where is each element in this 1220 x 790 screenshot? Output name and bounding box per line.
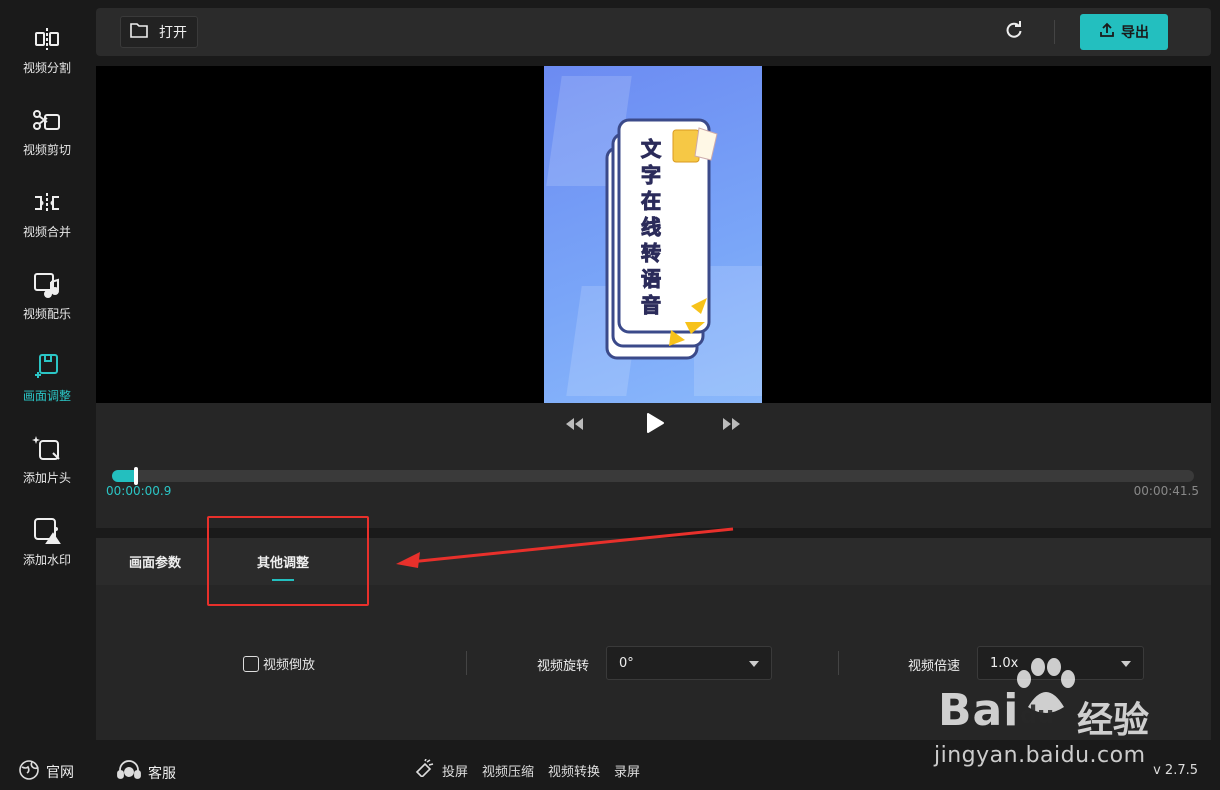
current-time: 00:00:00.9 (106, 484, 172, 498)
watermark-url: jingyan.baidu.com (934, 743, 1146, 768)
footer-tool-compress[interactable]: 视频压缩 (482, 761, 534, 780)
scissors-icon (29, 103, 65, 139)
sidebar-item-adjust[interactable]: 画面调整 (0, 332, 94, 414)
annotation-arrow (396, 527, 734, 568)
player-controls: 00:00:00.9 00:00:41.5 (96, 403, 1211, 528)
sidebar-item-cut[interactable]: 视频剪切 (0, 86, 94, 168)
sidebar-item-label: 视频分割 (22, 61, 71, 75)
thumbnail-title: 文字在线转语音 (641, 137, 662, 318)
sidebar-item-label: 视频配乐 (22, 307, 71, 321)
reverse-checkbox[interactable]: 视频倒放 (243, 654, 315, 673)
watermark-icon (29, 513, 65, 549)
rotate-select[interactable]: 0° (606, 646, 772, 680)
rotate-value: 0° (619, 655, 634, 671)
rewind-icon (565, 416, 585, 435)
sidebar-item-split[interactable]: 视频分割 (0, 4, 94, 86)
fast-forward-icon (721, 416, 741, 435)
website-link[interactable]: 官网 (18, 759, 74, 785)
cast-icon (414, 758, 434, 781)
export-button[interactable]: 导出 (1080, 14, 1168, 50)
crop-icon (29, 349, 65, 385)
option-divider (466, 651, 467, 675)
merge-icon (29, 185, 65, 221)
card-illustration (605, 118, 718, 360)
option-divider (838, 651, 839, 675)
top-toolbar: 打开 导出 (96, 8, 1211, 56)
fast-forward-button[interactable] (719, 413, 743, 437)
open-button[interactable]: 打开 (120, 16, 198, 48)
sidebar-item-label: 画面调整 (22, 389, 71, 403)
total-time: 00:00:41.5 (1133, 484, 1199, 498)
support-link[interactable]: 客服 (116, 759, 176, 787)
export-button-label: 导出 (1121, 25, 1149, 41)
folder-icon (129, 21, 149, 43)
sidebar-item-label: 添加水印 (22, 553, 71, 567)
timeline-handle[interactable] (134, 467, 138, 485)
sidebar-item-music[interactable]: 视频配乐 (0, 250, 94, 332)
support-label: 客服 (148, 766, 176, 782)
tab-image-params[interactable]: 画面参数 (129, 538, 181, 585)
footer-tools: 投屏 视频压缩 视频转换 录屏 (414, 758, 640, 781)
tab-label: 画面参数 (129, 556, 182, 571)
app-window: 视频分割 视频剪切 视频合并 视频配乐 画面调整 添加片头 添加水印 打开 导出… (0, 0, 1220, 790)
watermark-brand-latin: Bai (938, 685, 1020, 736)
sidebar-item-label: 视频剪切 (22, 143, 71, 157)
sidebar-item-watermark[interactable]: 添加水印 (0, 496, 94, 578)
chevron-down-icon (749, 661, 759, 667)
refresh-button[interactable] (1002, 20, 1026, 44)
refresh-icon (1004, 20, 1024, 44)
music-icon (29, 267, 65, 303)
watermark-brand-cn: 经验 (1077, 700, 1150, 741)
headset-icon (116, 759, 142, 787)
split-icon (29, 21, 65, 57)
website-label: 官网 (46, 765, 74, 781)
sidebar-item-label: 添加片头 (22, 471, 71, 485)
sidebar: 视频分割 视频剪切 视频合并 视频配乐 画面调整 添加片头 添加水印 (0, 0, 94, 745)
checkbox-box[interactable] (243, 655, 259, 672)
watermark-brand-du: du (1020, 701, 1055, 729)
video-frame: 文字在线转语音 (544, 66, 762, 403)
baidu-watermark: Bai du 经验 jingyan.baidu.com (932, 655, 1212, 775)
video-preview[interactable]: 文字在线转语音 (96, 66, 1211, 403)
globe-icon (18, 759, 40, 785)
footer-tool-record[interactable]: 录屏 (614, 761, 640, 780)
intro-icon (29, 431, 65, 467)
rotate-label: 视频旋转 (537, 659, 590, 674)
sidebar-item-merge[interactable]: 视频合并 (0, 168, 94, 250)
footer-tool-cast[interactable]: 投屏 (442, 761, 468, 780)
sidebar-item-label: 视频合并 (22, 225, 71, 239)
open-button-label: 打开 (159, 25, 187, 41)
reverse-label: 视频倒放 (263, 658, 316, 673)
footer-tool-convert[interactable]: 视频转换 (548, 761, 600, 780)
rewind-button[interactable] (563, 413, 587, 437)
play-button[interactable] (641, 411, 669, 439)
upload-icon (1099, 22, 1115, 42)
sidebar-item-intro[interactable]: 添加片头 (0, 414, 94, 496)
play-icon (645, 412, 665, 438)
toolbar-divider (1054, 20, 1055, 44)
timeline-progress (112, 470, 136, 482)
timeline-track[interactable] (112, 467, 1194, 485)
annotation-highlight-box (207, 516, 369, 606)
